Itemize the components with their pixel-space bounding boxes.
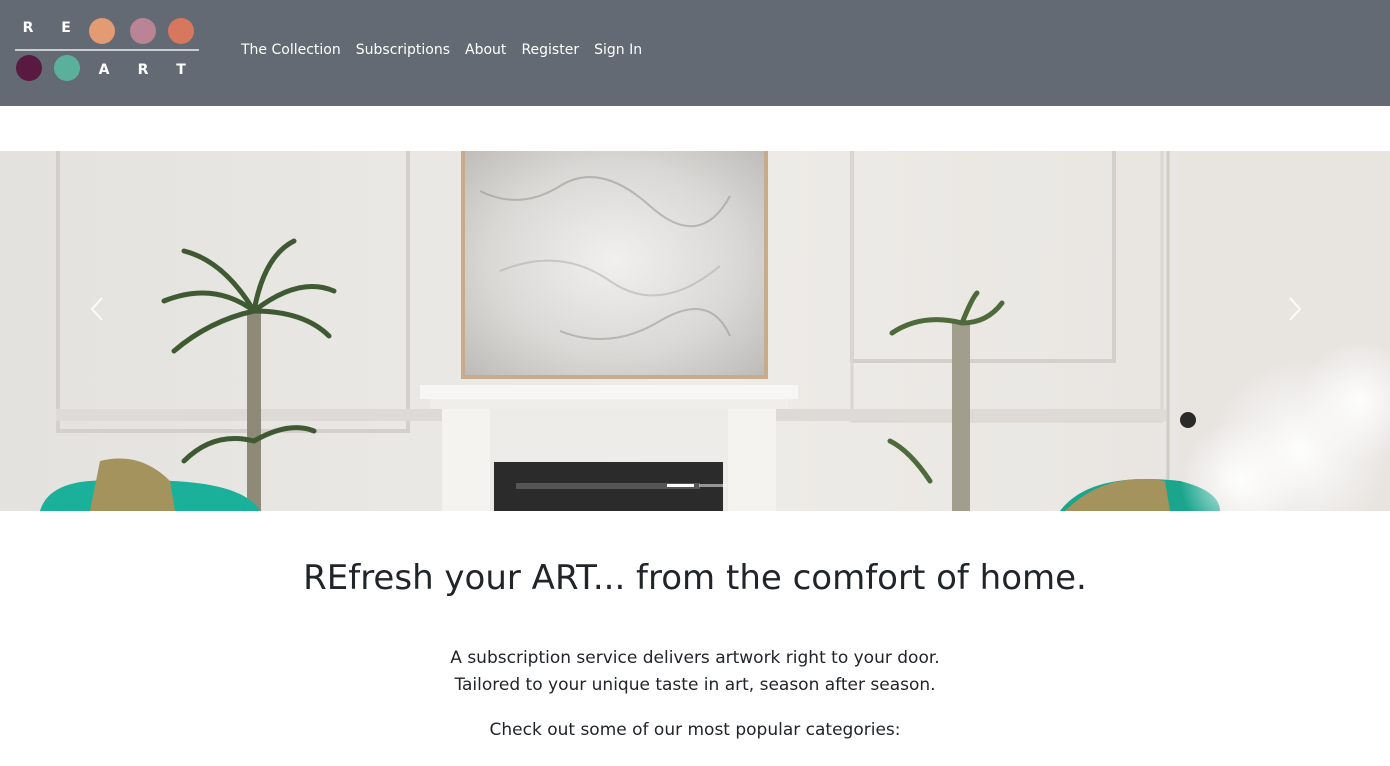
main-nav: The Collection Subscriptions About Regis… [241, 40, 642, 60]
logo-letter-a: A [98, 62, 110, 78]
nav-link-register[interactable]: Register [521, 40, 579, 60]
chevron-right-icon [1289, 297, 1302, 321]
intro-line-2: Tailored to your unique taste in art, se… [454, 675, 936, 695]
logo-dot-plum [16, 55, 42, 81]
categories-intro: Check out some of our most popular categ… [489, 720, 901, 740]
logo-dot-peach [89, 18, 115, 44]
carousel-indicators [667, 484, 726, 487]
hero-carousel [0, 151, 1390, 511]
logo-letter-t: T [176, 62, 186, 78]
carousel-indicator-1[interactable] [667, 484, 694, 487]
logo-dot-mauve [130, 18, 156, 44]
carousel-prev-button[interactable] [82, 292, 112, 326]
hero-slide-image [0, 151, 1390, 511]
intro-line-1: A subscription service delivers artwork … [450, 648, 940, 668]
site-header: R E A R T The Collection Subscriptions A… [0, 0, 1390, 106]
chevron-left-icon [90, 297, 103, 321]
logo-letter-r2: R [137, 62, 149, 78]
reart-logo[interactable]: R E A R T [14, 14, 200, 86]
carousel-next-button[interactable] [1280, 292, 1310, 326]
logo-divider [15, 49, 199, 51]
page-headline: REfresh your ART... from the comfort of … [303, 558, 1087, 598]
nav-link-about[interactable]: About [465, 40, 506, 60]
carousel-indicator-2[interactable] [699, 484, 726, 487]
nav-link-subscriptions[interactable]: Subscriptions [356, 40, 450, 60]
nav-link-sign-in[interactable]: Sign In [594, 40, 642, 60]
logo-dot-teal [54, 55, 80, 81]
logo-dot-coral [168, 18, 194, 44]
nav-link-collection[interactable]: The Collection [241, 40, 341, 60]
logo-letter-r: R [22, 20, 34, 36]
logo-letter-e: E [61, 20, 71, 36]
